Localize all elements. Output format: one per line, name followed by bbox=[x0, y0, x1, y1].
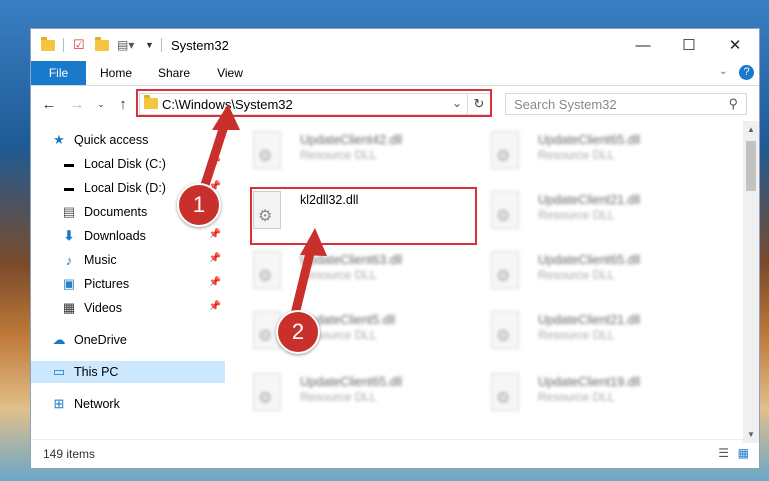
arrow-1-head bbox=[212, 104, 240, 130]
callout-1: 1 bbox=[177, 183, 221, 227]
annotation-arrows bbox=[200, 104, 327, 315]
callout-2: 2 bbox=[276, 310, 320, 354]
arrow-2-head bbox=[300, 228, 327, 256]
